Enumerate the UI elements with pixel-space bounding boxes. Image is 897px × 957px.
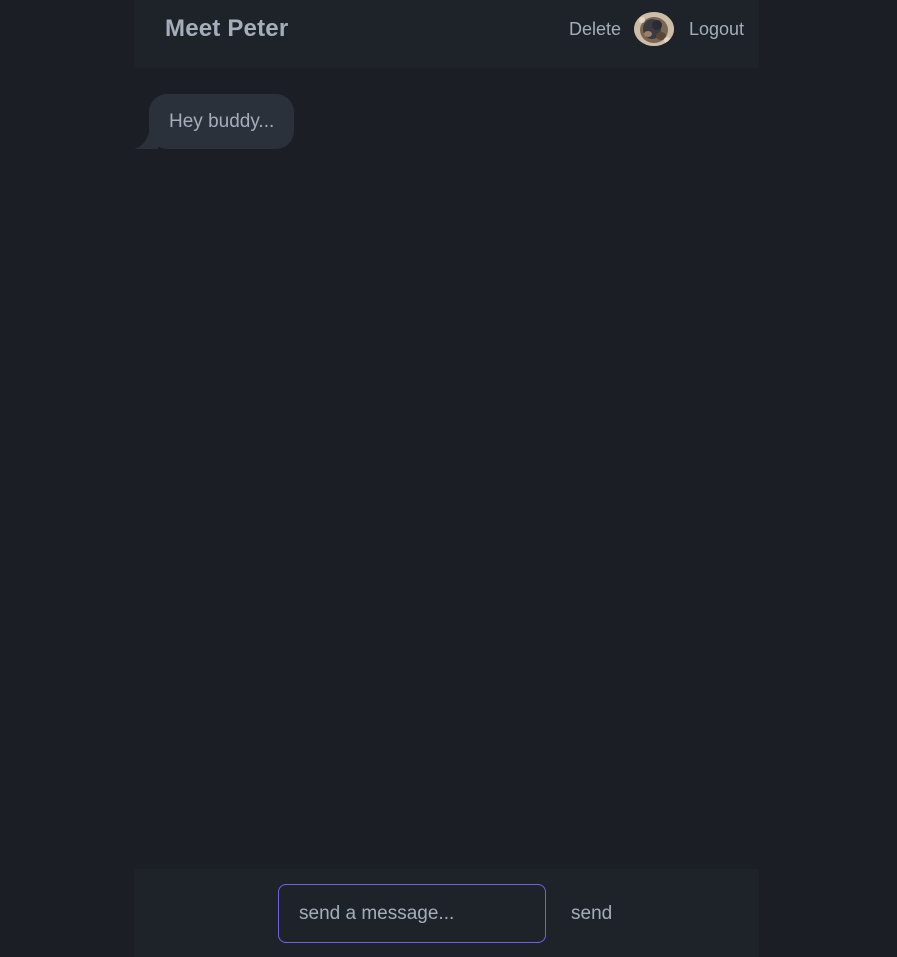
page-title: Meet Peter [165, 15, 289, 42]
chat-app: Meet Peter Delete Logout Hey buddy... se… [134, 0, 759, 957]
message-bubble: Hey buddy... [149, 94, 295, 149]
message-list[interactable]: Hey buddy... [134, 68, 759, 869]
header-bar: Meet Peter Delete Logout [134, 0, 759, 68]
logout-button[interactable]: Logout [689, 19, 744, 40]
avatar-image [634, 12, 674, 46]
send-button[interactable]: send [559, 889, 624, 939]
message-input[interactable] [278, 884, 546, 943]
delete-button[interactable]: Delete [569, 19, 621, 40]
message-composer: send [134, 869, 759, 957]
avatar[interactable] [634, 12, 674, 46]
